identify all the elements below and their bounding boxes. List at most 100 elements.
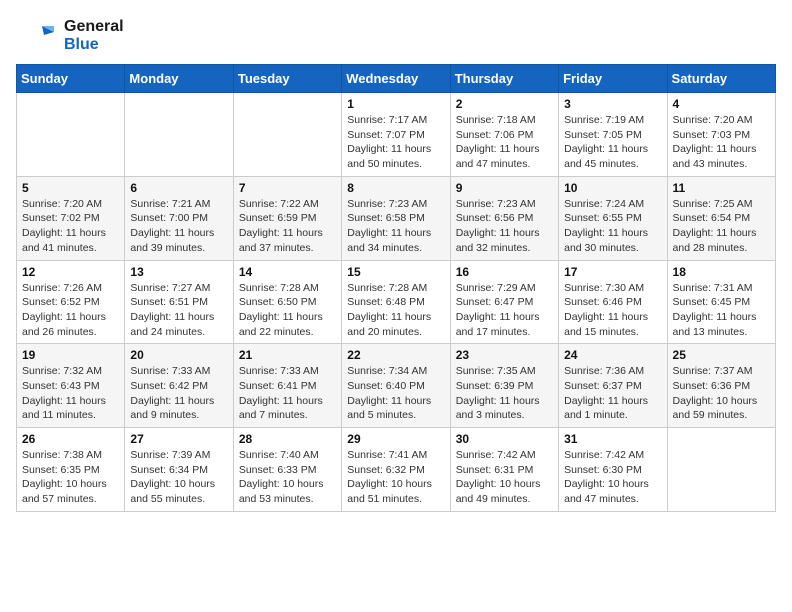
calendar-header-row: SundayMondayTuesdayWednesdayThursdayFrid… bbox=[17, 65, 776, 93]
day-number: 13 bbox=[130, 265, 227, 279]
day-info: Sunrise: 7:26 AM Sunset: 6:52 PM Dayligh… bbox=[22, 281, 119, 340]
page-header: GeneralBlue bbox=[16, 16, 776, 56]
calendar-cell: 15 Sunrise: 7:28 AM Sunset: 6:48 PM Dayli… bbox=[342, 260, 450, 344]
day-info: Sunrise: 7:35 AM Sunset: 6:39 PM Dayligh… bbox=[456, 364, 553, 423]
calendar-cell: 27 Sunrise: 7:39 AM Sunset: 6:34 PM Dayli… bbox=[125, 428, 233, 512]
calendar-cell: 18 Sunrise: 7:31 AM Sunset: 6:45 PM Dayli… bbox=[667, 260, 775, 344]
day-info: Sunrise: 7:20 AM Sunset: 7:02 PM Dayligh… bbox=[22, 197, 119, 256]
day-info: Sunrise: 7:33 AM Sunset: 6:42 PM Dayligh… bbox=[130, 364, 227, 423]
logo-general: General bbox=[64, 18, 124, 36]
day-info: Sunrise: 7:33 AM Sunset: 6:41 PM Dayligh… bbox=[239, 364, 336, 423]
day-number: 7 bbox=[239, 181, 336, 195]
calendar-cell: 9Sunrise: 7:23 AM Sunset: 6:56 PM Daylig… bbox=[450, 176, 558, 260]
day-info: Sunrise: 7:37 AM Sunset: 6:36 PM Dayligh… bbox=[673, 364, 770, 423]
day-number: 14 bbox=[239, 265, 336, 279]
calendar-cell: 19 Sunrise: 7:32 AM Sunset: 6:43 PM Dayli… bbox=[17, 344, 125, 428]
day-info: Sunrise: 7:32 AM Sunset: 6:43 PM Dayligh… bbox=[22, 364, 119, 423]
day-info: Sunrise: 7:17 AM Sunset: 7:07 PM Dayligh… bbox=[347, 113, 444, 172]
day-info: Sunrise: 7:25 AM Sunset: 6:54 PM Dayligh… bbox=[673, 197, 770, 256]
day-number: 12 bbox=[22, 265, 119, 279]
calendar-cell: 22 Sunrise: 7:34 AM Sunset: 6:40 PM Dayli… bbox=[342, 344, 450, 428]
day-info: Sunrise: 7:39 AM Sunset: 6:34 PM Dayligh… bbox=[130, 448, 227, 507]
day-number: 11 bbox=[673, 181, 770, 195]
logo-bird-icon bbox=[16, 16, 60, 56]
calendar-cell: 6 Sunrise: 7:21 AM Sunset: 7:00 PM Daylig… bbox=[125, 176, 233, 260]
calendar-cell: 30 Sunrise: 7:42 AM Sunset: 6:31 PM Dayli… bbox=[450, 428, 558, 512]
calendar-cell: 5Sunrise: 7:20 AM Sunset: 7:02 PM Daylig… bbox=[17, 176, 125, 260]
calendar-cell: 2 Sunrise: 7:18 AM Sunset: 7:06 PM Daylig… bbox=[450, 93, 558, 177]
day-number: 23 bbox=[456, 348, 553, 362]
day-number: 3 bbox=[564, 97, 661, 111]
day-number: 15 bbox=[347, 265, 444, 279]
calendar-cell: 11 Sunrise: 7:25 AM Sunset: 6:54 PM Dayli… bbox=[667, 176, 775, 260]
calendar-cell: 17 Sunrise: 7:30 AM Sunset: 6:46 PM Dayli… bbox=[559, 260, 667, 344]
day-info: Sunrise: 7:42 AM Sunset: 6:30 PM Dayligh… bbox=[564, 448, 661, 507]
day-number: 10 bbox=[564, 181, 661, 195]
day-info: Sunrise: 7:29 AM Sunset: 6:47 PM Dayligh… bbox=[456, 281, 553, 340]
calendar-cell: 8 Sunrise: 7:23 AM Sunset: 6:58 PM Daylig… bbox=[342, 176, 450, 260]
weekday-header: Thursday bbox=[450, 65, 558, 93]
day-info: Sunrise: 7:21 AM Sunset: 7:00 PM Dayligh… bbox=[130, 197, 227, 256]
day-info: Sunrise: 7:22 AM Sunset: 6:59 PM Dayligh… bbox=[239, 197, 336, 256]
day-info: Sunrise: 7:18 AM Sunset: 7:06 PM Dayligh… bbox=[456, 113, 553, 172]
calendar-week-row: 12 Sunrise: 7:26 AM Sunset: 6:52 PM Dayli… bbox=[17, 260, 776, 344]
calendar-cell: 14 Sunrise: 7:28 AM Sunset: 6:50 PM Dayli… bbox=[233, 260, 341, 344]
calendar-cell: 20 Sunrise: 7:33 AM Sunset: 6:42 PM Dayli… bbox=[125, 344, 233, 428]
calendar-cell bbox=[125, 93, 233, 177]
weekday-header: Sunday bbox=[17, 65, 125, 93]
day-number: 8 bbox=[347, 181, 444, 195]
calendar-cell: 10Sunrise: 7:24 AM Sunset: 6:55 PM Dayli… bbox=[559, 176, 667, 260]
day-number: 24 bbox=[564, 348, 661, 362]
day-info: Sunrise: 7:41 AM Sunset: 6:32 PM Dayligh… bbox=[347, 448, 444, 507]
day-number: 28 bbox=[239, 432, 336, 446]
day-number: 22 bbox=[347, 348, 444, 362]
logo-blue: Blue bbox=[64, 36, 124, 54]
weekday-header: Wednesday bbox=[342, 65, 450, 93]
calendar-cell: 26 Sunrise: 7:38 AM Sunset: 6:35 PM Dayli… bbox=[17, 428, 125, 512]
day-number: 19 bbox=[22, 348, 119, 362]
day-number: 20 bbox=[130, 348, 227, 362]
day-info: Sunrise: 7:20 AM Sunset: 7:03 PM Dayligh… bbox=[673, 113, 770, 172]
calendar-week-row: 5Sunrise: 7:20 AM Sunset: 7:02 PM Daylig… bbox=[17, 176, 776, 260]
day-number: 30 bbox=[456, 432, 553, 446]
calendar-cell: 23 Sunrise: 7:35 AM Sunset: 6:39 PM Dayli… bbox=[450, 344, 558, 428]
day-info: Sunrise: 7:40 AM Sunset: 6:33 PM Dayligh… bbox=[239, 448, 336, 507]
calendar-cell: 3Sunrise: 7:19 AM Sunset: 7:05 PM Daylig… bbox=[559, 93, 667, 177]
day-number: 16 bbox=[456, 265, 553, 279]
calendar-cell: 24 Sunrise: 7:36 AM Sunset: 6:37 PM Dayli… bbox=[559, 344, 667, 428]
day-info: Sunrise: 7:34 AM Sunset: 6:40 PM Dayligh… bbox=[347, 364, 444, 423]
day-number: 17 bbox=[564, 265, 661, 279]
day-info: Sunrise: 7:31 AM Sunset: 6:45 PM Dayligh… bbox=[673, 281, 770, 340]
day-info: Sunrise: 7:42 AM Sunset: 6:31 PM Dayligh… bbox=[456, 448, 553, 507]
day-info: Sunrise: 7:30 AM Sunset: 6:46 PM Dayligh… bbox=[564, 281, 661, 340]
day-number: 27 bbox=[130, 432, 227, 446]
day-number: 29 bbox=[347, 432, 444, 446]
day-number: 26 bbox=[22, 432, 119, 446]
calendar-week-row: 19 Sunrise: 7:32 AM Sunset: 6:43 PM Dayli… bbox=[17, 344, 776, 428]
calendar-cell bbox=[667, 428, 775, 512]
day-number: 6 bbox=[130, 181, 227, 195]
day-info: Sunrise: 7:28 AM Sunset: 6:50 PM Dayligh… bbox=[239, 281, 336, 340]
day-info: Sunrise: 7:23 AM Sunset: 6:58 PM Dayligh… bbox=[347, 197, 444, 256]
day-info: Sunrise: 7:27 AM Sunset: 6:51 PM Dayligh… bbox=[130, 281, 227, 340]
day-number: 31 bbox=[564, 432, 661, 446]
day-number: 1 bbox=[347, 97, 444, 111]
day-number: 9 bbox=[456, 181, 553, 195]
weekday-header: Tuesday bbox=[233, 65, 341, 93]
day-info: Sunrise: 7:38 AM Sunset: 6:35 PM Dayligh… bbox=[22, 448, 119, 507]
day-info: Sunrise: 7:28 AM Sunset: 6:48 PM Dayligh… bbox=[347, 281, 444, 340]
calendar-cell: 25Sunrise: 7:37 AM Sunset: 6:36 PM Dayli… bbox=[667, 344, 775, 428]
calendar-cell: 29 Sunrise: 7:41 AM Sunset: 6:32 PM Dayli… bbox=[342, 428, 450, 512]
weekday-header: Friday bbox=[559, 65, 667, 93]
day-number: 18 bbox=[673, 265, 770, 279]
calendar-table: SundayMondayTuesdayWednesdayThursdayFrid… bbox=[16, 64, 776, 512]
weekday-header: Saturday bbox=[667, 65, 775, 93]
day-number: 2 bbox=[456, 97, 553, 111]
day-number: 4 bbox=[673, 97, 770, 111]
calendar-cell: 12 Sunrise: 7:26 AM Sunset: 6:52 PM Dayli… bbox=[17, 260, 125, 344]
calendar-cell: 7 Sunrise: 7:22 AM Sunset: 6:59 PM Daylig… bbox=[233, 176, 341, 260]
calendar-cell: 1 Sunrise: 7:17 AM Sunset: 7:07 PM Daylig… bbox=[342, 93, 450, 177]
day-number: 21 bbox=[239, 348, 336, 362]
calendar-cell: 31 Sunrise: 7:42 AM Sunset: 6:30 PM Dayli… bbox=[559, 428, 667, 512]
day-info: Sunrise: 7:36 AM Sunset: 6:37 PM Dayligh… bbox=[564, 364, 661, 423]
